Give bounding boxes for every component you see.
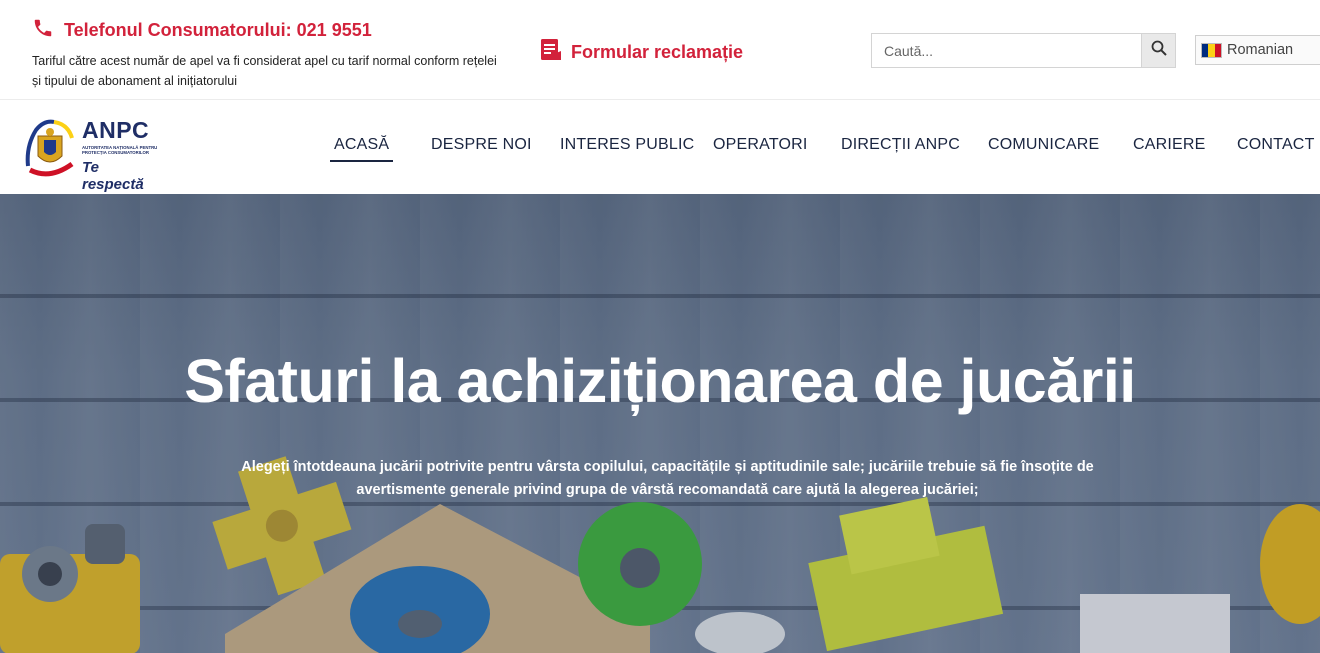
hero-overlay [0, 194, 1320, 653]
search-input[interactable] [872, 34, 1141, 67]
romania-flag-icon [1201, 42, 1222, 58]
main-navbar: ANPC Autoritatea Națională pentru Protec… [0, 100, 1320, 194]
nav-item-despre-noi[interactable]: DESPRE NOI [431, 136, 532, 154]
nav-item-comunicare[interactable]: COMUNICARE [988, 136, 1099, 154]
language-label: Romanian [1227, 42, 1294, 58]
nav-item-contact[interactable]: CONTACT [1237, 136, 1315, 154]
phone-icon [32, 17, 54, 44]
logo-brand: ANPC [82, 117, 150, 143]
search-box [871, 33, 1176, 68]
coat-of-arms-icon [25, 119, 74, 177]
hero-title: Sfaturi la achiziționarea de jucării [184, 347, 1136, 415]
logo-subtitle: Autoritatea Națională pentru Protecția C… [82, 145, 158, 155]
nav-item-cariere[interactable]: CARIERE [1133, 136, 1206, 154]
phone-tariff-note: Tariful către acest număr de apel va fi … [32, 54, 497, 88]
hero-description: Alegeți întotdeauna jucării potrivite pe… [241, 459, 1094, 498]
document-icon [540, 38, 562, 67]
logo-slogan: Te respectă [82, 159, 144, 193]
top-bar: Telefonul Consumatorului: 021 9551 Tarif… [0, 0, 1320, 100]
nav-item-interes-public[interactable]: INTERES PUBLIC [560, 136, 694, 154]
nav-item-directii-anpc[interactable]: DIRECȚII ANPC [841, 136, 960, 154]
complaint-form-label: Formular reclamație [571, 42, 744, 62]
search-button[interactable] [1141, 34, 1175, 67]
nav-item-acasa[interactable]: ACASĂ [329, 136, 394, 162]
consumer-phone[interactable]: Telefonul Consumatorului: 021 9551 [32, 17, 372, 44]
phone-title: Telefonul Consumatorului: 021 9551 [64, 20, 372, 40]
language-selector[interactable]: Romanian [1195, 35, 1320, 65]
anpc-logo[interactable]: ANPC Autoritatea Națională pentru Protec… [24, 114, 164, 193]
search-icon [1151, 40, 1167, 61]
complaint-form-link[interactable]: Formular reclamație [540, 38, 743, 67]
nav-item-operatori[interactable]: OPERATORI [713, 136, 808, 154]
hero-banner: Sfaturi la achiziționarea de jucării Ale… [0, 194, 1320, 653]
